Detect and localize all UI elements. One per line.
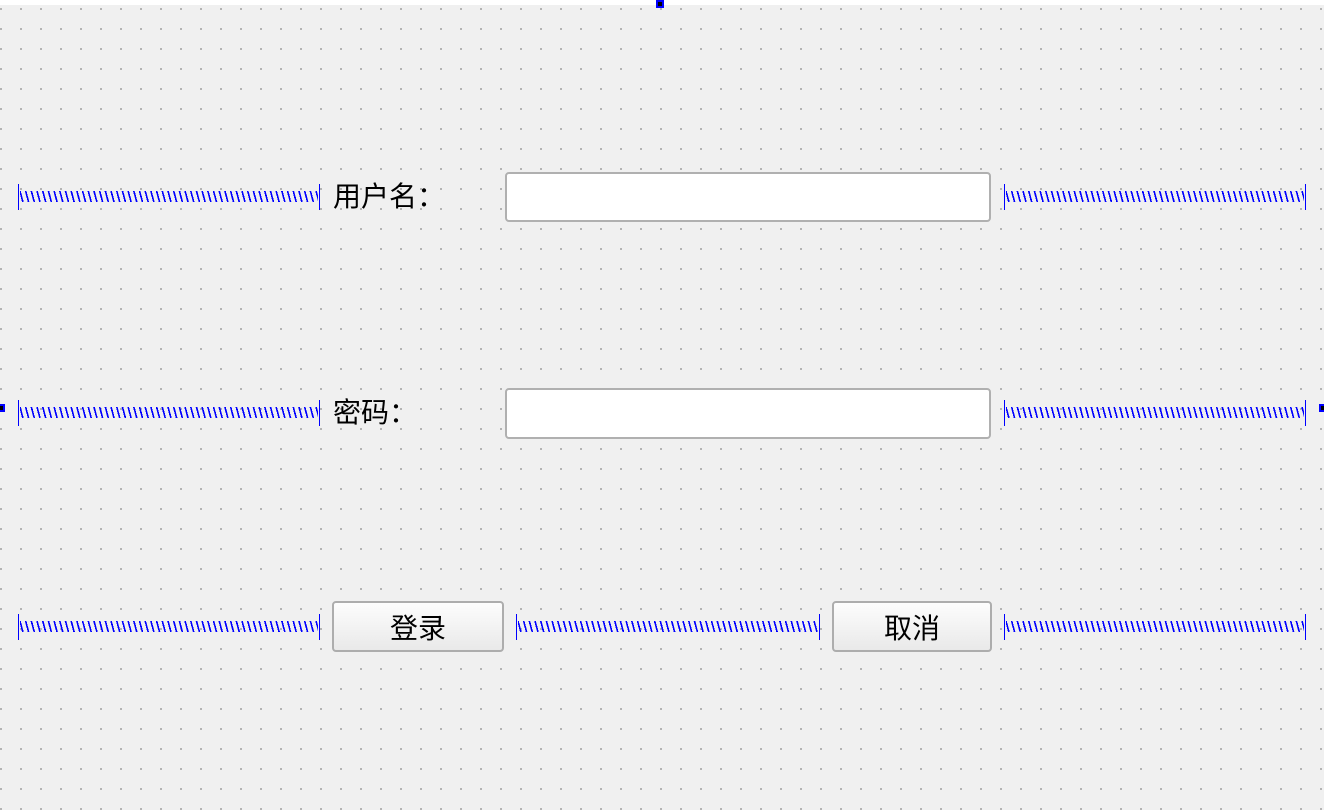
horizontal-spacer[interactable] — [1004, 400, 1306, 426]
password-input[interactable] — [505, 388, 991, 439]
username-input[interactable] — [505, 172, 991, 222]
resize-handle-right[interactable] — [1319, 404, 1324, 412]
resize-handle-left[interactable] — [0, 404, 5, 412]
horizontal-spacer[interactable] — [18, 614, 320, 640]
horizontal-spacer[interactable] — [1004, 184, 1306, 210]
cancel-button[interactable]: 取消 — [832, 601, 992, 652]
horizontal-spacer[interactable] — [516, 614, 820, 640]
horizontal-spacer[interactable] — [18, 400, 320, 426]
password-label: 密码： — [333, 396, 418, 429]
username-label: 用户名： — [333, 180, 446, 213]
login-button[interactable]: 登录 — [332, 601, 504, 652]
horizontal-spacer[interactable] — [18, 184, 320, 210]
resize-handle-top[interactable] — [656, 0, 664, 8]
horizontal-spacer[interactable] — [1004, 614, 1306, 640]
